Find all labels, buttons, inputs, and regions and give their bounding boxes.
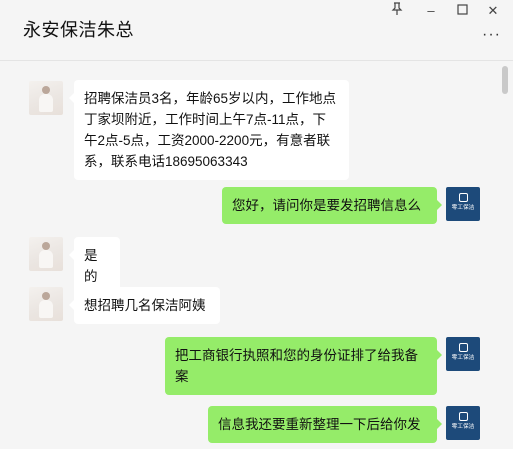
brand-logo-icon: [458, 343, 468, 352]
pin-icon[interactable]: [388, 2, 406, 20]
avatar-figure-body: [39, 250, 53, 268]
scrollbar-thumb[interactable]: [502, 66, 508, 94]
self-avatar[interactable]: 零工保洁: [446, 337, 480, 371]
avatar-figure-head: [42, 292, 50, 300]
minimize-button[interactable]: –: [422, 2, 440, 20]
message-bubble-incoming[interactable]: 招聘保洁员3名，年龄65岁以内，工作地点丁家坝附近，工作时间上午7点-11点，下…: [69, 80, 349, 180]
maximize-button[interactable]: [453, 2, 471, 20]
self-avatar[interactable]: 零工保洁: [446, 406, 480, 440]
more-options-icon[interactable]: ···: [482, 26, 501, 44]
chat-title: 永安保洁朱总: [23, 20, 134, 40]
avatar-figure-body: [39, 300, 53, 318]
message-bubble-outgoing[interactable]: 把工商银行执照和您的身份证排了给我备案: [165, 337, 442, 395]
message-bubble-incoming[interactable]: 想招聘几名保洁阿姨: [69, 287, 220, 324]
message-bubble-outgoing[interactable]: 您好，请问你是要发招聘信息么: [222, 187, 442, 224]
contact-avatar[interactable]: [29, 237, 63, 271]
self-avatar[interactable]: 零工保洁: [446, 187, 480, 221]
self-avatar-label: 零工保洁: [451, 424, 475, 430]
chat-header: 永安保洁朱总 – ✕ ···: [0, 0, 513, 61]
message-list[interactable]: 招聘保洁员3名，年龄65岁以内，工作地点丁家坝附近，工作时间上午7点-11点，下…: [0, 61, 513, 449]
avatar-figure-head: [42, 86, 50, 94]
self-avatar-label: 零工保洁: [451, 355, 475, 361]
close-button[interactable]: ✕: [484, 2, 502, 20]
message-bubble-outgoing[interactable]: 信息我还要重新整理一下后给你发: [208, 406, 442, 443]
contact-avatar[interactable]: [29, 287, 63, 321]
self-avatar-label: 零工保洁: [451, 205, 475, 211]
maximize-icon: [456, 4, 468, 15]
contact-avatar[interactable]: [29, 81, 63, 115]
brand-logo-icon: [458, 193, 468, 202]
pin-icon-svg: [391, 2, 403, 15]
brand-logo-icon: [458, 412, 468, 421]
avatar-figure-body: [39, 94, 53, 112]
avatar-figure-head: [42, 242, 50, 250]
